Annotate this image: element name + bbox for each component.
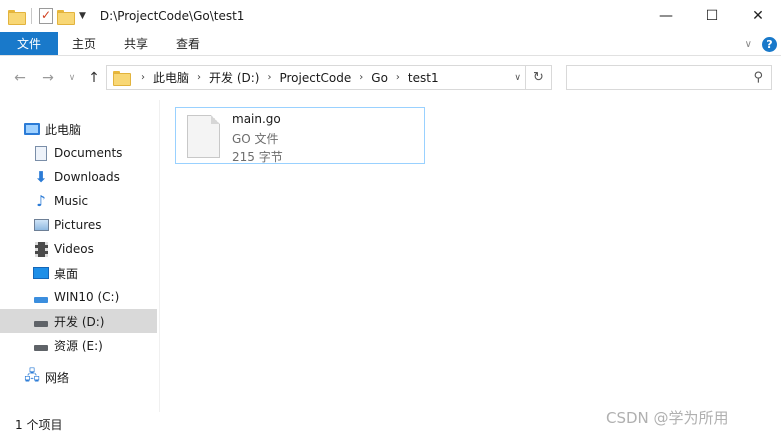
drive-icon xyxy=(33,313,49,329)
refresh-icon[interactable]: ↻ xyxy=(525,66,551,89)
maximize-button[interactable]: ☐ xyxy=(689,0,735,32)
navigation-bar: ← → ∨ ↑ › 此电脑 › 开发 (D:) › ProjectCode › … xyxy=(0,57,781,99)
pictures-icon xyxy=(33,217,49,233)
computer-icon xyxy=(24,121,40,137)
nav-item-drive-e[interactable]: 资源 (E:) xyxy=(0,333,157,357)
breadcrumb-this-pc[interactable]: 此电脑 xyxy=(153,69,189,86)
tab-file[interactable]: 文件 xyxy=(0,32,58,55)
window-title: D:\ProjectCode\Go\test1 xyxy=(99,9,245,23)
nav-item-downloads[interactable]: ⬇ Downloads xyxy=(0,165,157,189)
close-button[interactable]: ✕ xyxy=(735,0,781,32)
item-count: 1 个项目 xyxy=(15,418,63,432)
file-item-main-go[interactable]: main.go GO 文件 215 字节 xyxy=(175,107,425,164)
breadcrumb-chevron-icon[interactable]: › xyxy=(141,72,145,83)
forward-arrow-icon[interactable]: → xyxy=(36,57,60,99)
ribbon-tabs: 文件 主页 共享 查看 ∨ ? xyxy=(0,32,781,56)
toolbar-separator xyxy=(31,8,32,24)
ribbon-controls: ∨ ? xyxy=(745,32,777,56)
nav-item-label: Documents xyxy=(54,146,123,160)
new-folder-icon[interactable] xyxy=(57,9,75,25)
quick-access-toolbar: ▼ xyxy=(0,0,88,32)
documents-icon xyxy=(33,145,49,161)
nav-item-this-pc[interactable]: 此电脑 xyxy=(0,117,157,141)
system-drive-icon xyxy=(33,289,49,305)
file-type: GO 文件 xyxy=(232,132,279,146)
recent-locations-chevron-icon[interactable]: ∨ xyxy=(64,57,80,99)
nav-item-desktop[interactable]: 桌面 xyxy=(0,261,157,285)
nav-item-videos[interactable]: Videos xyxy=(0,237,157,261)
breadcrumb-projectcode[interactable]: ProjectCode xyxy=(279,71,351,85)
nav-item-label: 网络 xyxy=(45,370,70,385)
address-folder-icon xyxy=(113,71,131,86)
breadcrumb-chevron-icon[interactable]: › xyxy=(267,72,271,83)
music-icon: ♪ xyxy=(36,192,46,210)
customize-toolbar-dropdown-icon[interactable]: ▼ xyxy=(77,11,88,21)
nav-item-label: Pictures xyxy=(54,218,102,232)
breadcrumb-go[interactable]: Go xyxy=(371,71,388,85)
nav-item-label: 桌面 xyxy=(54,266,79,281)
drive-icon xyxy=(33,337,49,353)
pane-divider[interactable] xyxy=(159,100,160,412)
file-icon xyxy=(187,115,220,158)
nav-item-label: Videos xyxy=(54,242,94,256)
title-bar: ▼ D:\ProjectCode\Go\test1 — ☐ ✕ xyxy=(0,0,781,32)
nav-item-music[interactable]: ♪ Music xyxy=(0,189,157,213)
videos-icon xyxy=(33,241,49,257)
watermark-text: CSDN @学为所用 xyxy=(606,409,729,427)
address-dropdown-icon[interactable]: ∨ xyxy=(514,66,521,89)
nav-item-label: WIN10 (C:) xyxy=(54,290,120,304)
tab-share[interactable]: 共享 xyxy=(110,32,162,55)
file-name: main.go xyxy=(232,112,281,126)
breadcrumb-chevron-icon[interactable]: › xyxy=(359,72,363,83)
breadcrumb-drive-d[interactable]: 开发 (D:) xyxy=(209,69,259,86)
breadcrumb-chevron-icon[interactable]: › xyxy=(396,72,400,83)
nav-item-label: 此电脑 xyxy=(45,122,82,137)
breadcrumb-chevron-icon[interactable]: › xyxy=(197,72,201,83)
tab-home[interactable]: 主页 xyxy=(58,32,110,55)
nav-item-drive-d[interactable]: 开发 (D:) xyxy=(0,309,157,333)
expand-ribbon-chevron-icon[interactable]: ∨ xyxy=(745,39,752,50)
help-icon[interactable]: ? xyxy=(762,36,777,52)
file-size: 215 字节 xyxy=(232,150,283,164)
tab-view[interactable]: 查看 xyxy=(162,32,214,55)
nav-item-documents[interactable]: Documents xyxy=(0,141,157,165)
nav-item-pictures[interactable]: Pictures xyxy=(0,213,157,237)
navigation-pane: 此电脑 Documents ⬇ Downloads ♪ Music Pictur… xyxy=(0,110,160,410)
minimize-button[interactable]: — xyxy=(643,0,689,32)
nav-item-label: Music xyxy=(54,194,89,208)
nav-item-drive-c[interactable]: WIN10 (C:) xyxy=(0,285,157,309)
nav-item-label: Downloads xyxy=(54,170,120,184)
search-box[interactable]: ⚲ xyxy=(566,65,772,90)
network-icon: 🖧 xyxy=(24,368,40,384)
window-controls: — ☐ ✕ xyxy=(643,0,781,32)
breadcrumb-test1[interactable]: test1 xyxy=(408,71,439,85)
back-arrow-icon[interactable]: ← xyxy=(8,57,32,99)
download-icon: ⬇ xyxy=(34,168,48,186)
up-arrow-icon[interactable]: ↑ xyxy=(84,57,104,99)
properties-icon[interactable] xyxy=(39,8,53,24)
nav-item-label: 资源 (E:) xyxy=(54,338,103,353)
folder-icon xyxy=(8,9,26,25)
nav-item-label: 开发 (D:) xyxy=(54,314,105,329)
desktop-icon xyxy=(33,265,49,281)
nav-item-network[interactable]: 🖧 网络 xyxy=(0,365,157,389)
search-icon[interactable]: ⚲ xyxy=(753,70,763,85)
address-bar[interactable]: › 此电脑 › 开发 (D:) › ProjectCode › Go › tes… xyxy=(106,65,552,90)
